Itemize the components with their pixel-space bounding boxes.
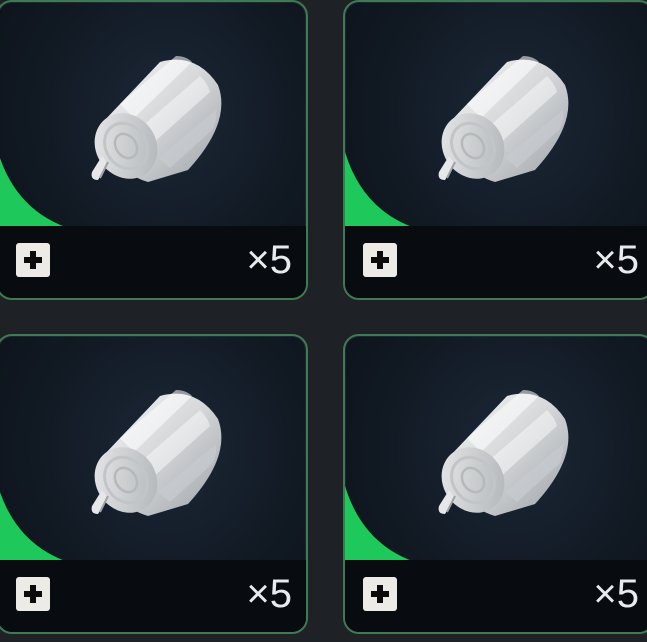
slot-info-bar: ×5 [0,226,306,298]
item-count: ×5 [593,238,639,282]
add-button[interactable] [16,577,50,611]
inventory-slot[interactable]: ×5 [343,334,647,634]
bandage-roll-icon [427,388,570,527]
add-button[interactable] [363,577,397,611]
plus-icon [24,251,42,269]
bandage-roll-icon [80,388,223,527]
bandage-roll-icon [427,54,570,193]
inventory-slot[interactable]: ×5 [0,0,308,300]
plus-icon [371,251,389,269]
inventory-slot[interactable]: ×5 [343,0,647,300]
plus-icon [24,585,42,603]
item-count: ×5 [246,572,292,616]
slot-info-bar: ×5 [345,226,647,298]
plus-icon [371,585,389,603]
item-count: ×5 [246,238,292,282]
slot-info-bar: ×5 [345,560,647,632]
item-count: ×5 [593,572,639,616]
bandage-roll-icon [80,54,223,193]
inventory-grid: ×5 ×5 ×5 ×5 [0,0,647,642]
add-button[interactable] [16,243,50,277]
slot-info-bar: ×5 [0,560,306,632]
inventory-slot[interactable]: ×5 [0,334,308,634]
add-button[interactable] [363,243,397,277]
